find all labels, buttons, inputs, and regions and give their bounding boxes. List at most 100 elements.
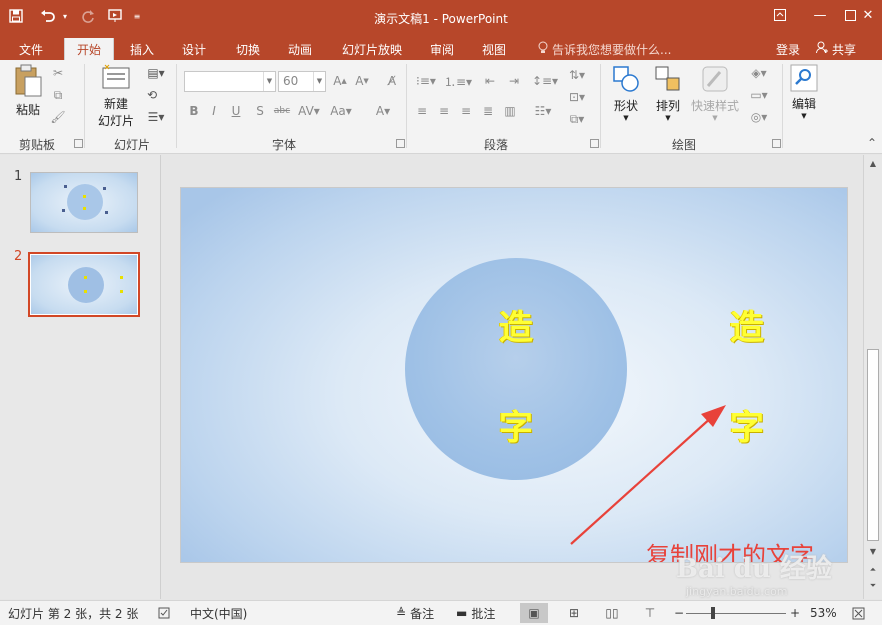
next-slide-icon[interactable]: ⏷ [866,579,880,593]
tab-file[interactable]: 文件 [8,38,54,60]
arrange-button[interactable]: 排列 ▼ [648,64,688,122]
scrollbar-thumb[interactable] [867,349,879,541]
ribbon: 粘贴 ✂ ⧉ 🖌 剪贴板 新建 幻灯片 ▤▾ ⟲ ☰▾ 幻灯片 ▼ 60 ▼ A… [0,60,882,154]
thumb-circle [67,184,103,220]
chevron-down-icon[interactable]: ▼ [313,72,325,91]
slide-count-status: 幻灯片 第 2 张，共 2 张 [8,606,139,621]
slide-thumbnail-2[interactable] [28,252,140,317]
ribbon-display-options-icon[interactable] [760,0,800,30]
align-text-icon[interactable]: ⊡▾ [564,88,590,106]
proofing-icon[interactable] [158,601,172,625]
zoom-out-button[interactable]: − [674,601,684,625]
thumb-dot [105,211,108,214]
quick-styles-button[interactable]: 快速样式 ▼ [688,64,742,122]
clipboard-launcher-icon[interactable] [74,139,83,148]
decrease-font-size-icon[interactable]: A ▼ [352,72,372,90]
scroll-down-icon[interactable]: ▼ [866,545,880,559]
slide-sorter-icon[interactable]: ⊞ [560,603,588,623]
collapse-ribbon-icon[interactable]: ⌃ [862,134,882,152]
quick-styles-label: 快速样式 [690,99,739,113]
shape-fill-icon[interactable]: ◈▾ [746,64,772,82]
underline-icon[interactable]: U [226,102,246,120]
numbering-icon[interactable]: ⒈≡▾ [444,72,472,90]
reset-slide-icon[interactable]: ⟲ [142,86,162,104]
tab-insert[interactable]: 插入 [120,38,164,60]
paste-button[interactable]: 粘贴 [8,64,48,118]
scroll-up-icon[interactable]: ▲ [866,157,880,171]
columns-icon[interactable]: ☷▾ [530,102,556,120]
chevron-down-icon[interactable]: ▼ [263,72,275,91]
close-icon[interactable]: ✕ [848,0,882,30]
copy-icon[interactable]: ⧉ [48,86,68,104]
font-size-value: 60 [283,74,299,88]
zoom-slider[interactable] [686,613,786,614]
text-direction-icon[interactable]: ⇅▾ [564,66,590,84]
tab-view[interactable]: 视图 [472,38,516,60]
tab-slideshow[interactable]: 幻灯片放映 [334,38,410,60]
zoom-percent[interactable]: 53% [810,601,837,625]
font-color-icon[interactable]: A▾ [370,102,396,120]
distributed-icon[interactable]: ▥ [500,102,520,120]
normal-view-icon[interactable]: ▣ [520,603,548,623]
decrease-indent-icon[interactable]: ⇤ [480,72,500,90]
new-slide-button[interactable]: 新建 幻灯片 [90,64,142,129]
cut-icon[interactable]: ✂ [48,64,68,82]
slideshow-view-icon[interactable]: ⊤ [636,603,664,623]
character-spacing-icon[interactable]: AV▾ [296,102,322,120]
thumb-char-dot [120,276,123,279]
align-left-icon[interactable]: ≡ [412,102,432,120]
font-size-combo[interactable]: 60 ▼ [278,71,326,92]
convert-smartart-icon[interactable]: ⧉▾ [564,110,590,128]
vertical-scrollbar[interactable]: ▲ ▼ ⏶ ⏷ [863,155,882,599]
share-button[interactable]: 共享 [816,38,856,60]
watermark-sub: jingyan.baidu.com [686,585,788,598]
clear-formatting-icon[interactable]: A̸ [382,72,402,90]
new-slide-icon [101,64,131,95]
font-name-combo[interactable]: ▼ [184,71,276,92]
tab-design[interactable]: 设计 [172,38,216,60]
align-center-icon[interactable]: ≡ [434,102,454,120]
font-launcher-icon[interactable] [396,139,405,148]
thumb-circle [68,267,104,303]
increase-indent-icon[interactable]: ⇥ [504,72,524,90]
align-right-icon[interactable]: ≡ [456,102,476,120]
layout-icon[interactable]: ▤▾ [142,64,170,82]
justify-icon[interactable]: ≣ [478,102,498,120]
thumb-char-dot [84,290,87,293]
comments-button[interactable]: ▬ 批注 [456,601,495,625]
editing-button[interactable]: 编辑 ▼ [786,64,822,120]
tell-me-search[interactable]: 告诉我您想要做什么... [538,38,671,60]
group-separator [84,64,85,148]
format-painter-icon[interactable]: 🖌 [48,108,68,126]
italic-icon[interactable]: I [204,102,224,120]
bold-icon[interactable]: B [184,102,204,120]
tab-transitions[interactable]: 切换 [226,38,270,60]
increase-font-size-icon[interactable]: A ▲ [330,72,350,90]
bullets-icon[interactable]: ⁝≡▾ [412,72,440,90]
tab-review[interactable]: 审阅 [420,38,464,60]
chevron-down-icon: ▼ [665,114,671,122]
tab-animations[interactable]: 动画 [278,38,322,60]
shape-effects-icon[interactable]: ◎▾ [746,108,772,126]
language-status[interactable]: 中文(中国) [190,601,247,625]
drawing-launcher-icon[interactable] [772,139,781,148]
quick-styles-icon [700,64,730,97]
reading-view-icon[interactable]: ▯▯ [598,603,626,623]
change-case-icon[interactable]: Aa▾ [328,102,354,120]
line-spacing-icon[interactable]: ↕≡▾ [532,72,558,90]
slide-thumbnail-1[interactable] [30,172,138,233]
notes-button[interactable]: ≜ 备注 [396,601,434,625]
section-icon[interactable]: ☰▾ [142,108,170,126]
zoom-slider-thumb[interactable] [710,607,715,619]
fit-to-window-icon[interactable] [852,601,865,625]
shapes-button[interactable]: 形状 ▼ [606,64,646,122]
strikethrough-icon[interactable]: abc [272,102,292,120]
shape-outline-icon[interactable]: ▭▾ [746,86,772,104]
tab-home[interactable]: 开始 [64,38,114,60]
slide-canvas[interactable]: 造 字 造 字 复制刚才的文字 [180,187,848,563]
zoom-in-button[interactable]: + [790,601,800,625]
text-shadow-icon[interactable]: S [250,102,270,120]
paragraph-launcher-icon[interactable] [590,139,599,148]
previous-slide-icon[interactable]: ⏶ [866,563,880,577]
login-button[interactable]: 登录 [776,38,800,60]
